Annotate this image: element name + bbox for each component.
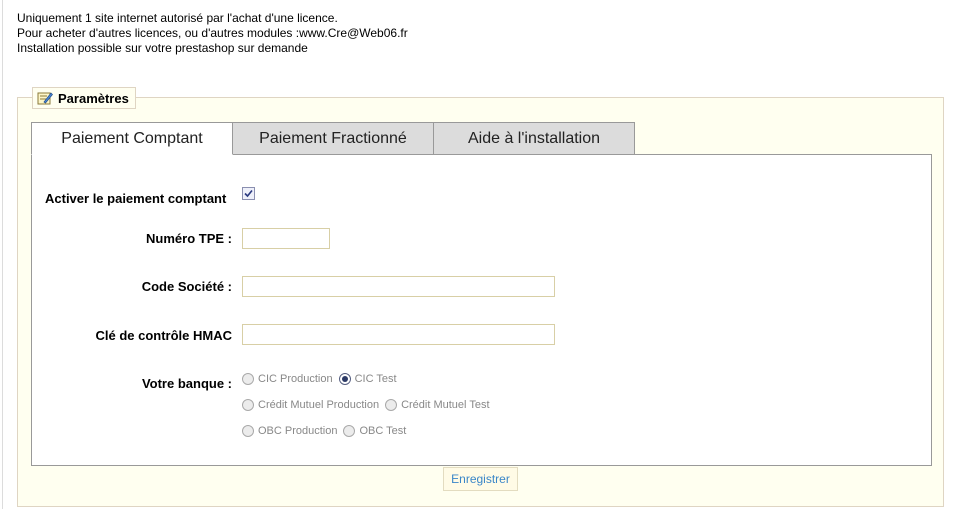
tab-bar: Paiement Comptant Paiement Fractionné Ai… xyxy=(31,122,635,155)
page-left-rule xyxy=(2,0,3,509)
bank-option-credit-mutuel-test[interactable]: Crédit Mutuel Test xyxy=(385,399,490,411)
bank-option-credit-mutuel-production[interactable]: Crédit Mutuel Production xyxy=(242,399,379,411)
tpe-input[interactable] xyxy=(242,228,330,249)
bank-option-label: OBC Production xyxy=(258,425,338,437)
radio-cic-test[interactable] xyxy=(338,373,351,385)
bank-option-label: OBC Test xyxy=(359,425,407,437)
checkmark-icon xyxy=(244,189,253,198)
radio-obc-production[interactable] xyxy=(242,425,254,437)
bank-radio-row-1: CIC Production CIC Test xyxy=(242,373,403,385)
tab-paiement-fractionne[interactable]: Paiement Fractionné xyxy=(232,122,434,155)
bank-radio-row-3: OBC Production OBC Test xyxy=(242,425,412,437)
radio-credit-mutuel-test[interactable] xyxy=(385,399,398,411)
bank-label: Votre banque : xyxy=(141,376,232,391)
radio-credit-mutuel-production[interactable] xyxy=(242,399,254,411)
bank-option-label: CIC Production xyxy=(258,373,333,385)
notice-line-2: Pour acheter d'autres licences, ou d'aut… xyxy=(17,26,408,40)
company-code-label: Code Société : xyxy=(141,279,232,294)
bank-option-label: Crédit Mutuel Production xyxy=(258,399,380,411)
tab-aide-installation[interactable]: Aide à l'installation xyxy=(433,122,635,155)
notice-line-3: Installation possible sur votre prestash… xyxy=(17,41,308,55)
bank-option-cic-test[interactable]: CIC Test xyxy=(338,373,397,385)
parameters-legend: Paramètres xyxy=(32,87,136,109)
notice-line-1: Uniquement 1 site internet autorisé par … xyxy=(17,11,338,25)
hmac-input[interactable] xyxy=(242,324,555,345)
bank-option-label: Crédit Mutuel Test xyxy=(401,399,490,411)
bank-option-obc-test[interactable]: OBC Test xyxy=(343,425,406,437)
tpe-label: Numéro TPE : xyxy=(146,231,232,246)
radio-cic-production[interactable] xyxy=(242,373,254,385)
bank-option-cic-production[interactable]: CIC Production xyxy=(242,373,333,385)
tab-paiement-comptant[interactable]: Paiement Comptant xyxy=(31,122,233,155)
bank-radio-row-2: Crédit Mutuel Production Crédit Mutuel T… xyxy=(242,399,496,411)
edit-note-icon xyxy=(37,91,53,105)
bank-option-label: CIC Test xyxy=(354,373,397,385)
radio-obc-test[interactable] xyxy=(343,425,356,437)
bank-option-obc-production[interactable]: OBC Production xyxy=(242,425,337,437)
enable-payment-checkbox[interactable] xyxy=(242,187,255,200)
company-code-input[interactable] xyxy=(242,276,555,297)
hmac-label: Clé de contrôle HMAC xyxy=(95,328,232,343)
enable-payment-label: Activer le paiement comptant xyxy=(45,191,227,206)
save-button[interactable]: Enregistrer xyxy=(443,467,518,491)
legend-title: Paramètres xyxy=(58,90,129,106)
license-notice: Uniquement 1 site internet autorisé par … xyxy=(17,11,408,56)
